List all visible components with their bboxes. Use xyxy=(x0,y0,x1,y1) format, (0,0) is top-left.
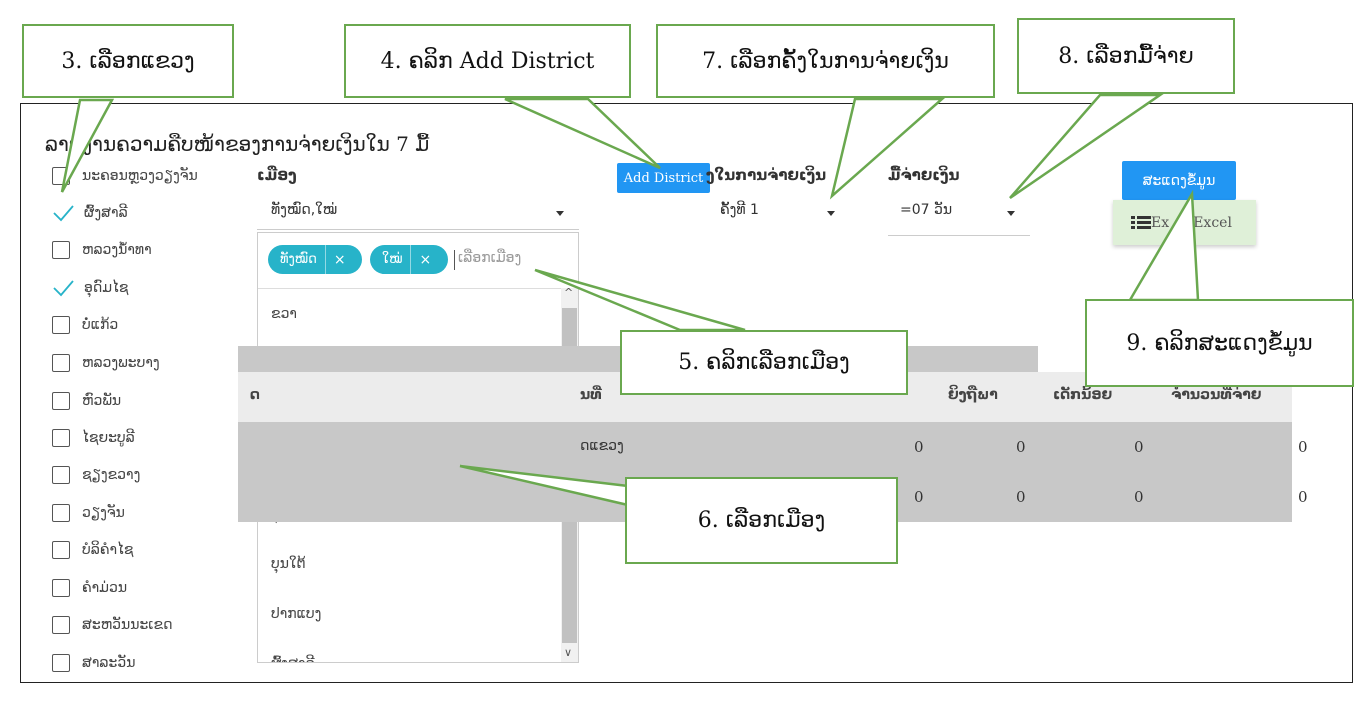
callout-pointer xyxy=(534,268,746,332)
callout-pointer xyxy=(829,97,946,200)
callout-pointer xyxy=(60,98,115,193)
callout-pointer xyxy=(504,97,661,170)
callout-show-data: 9. ຄລິກສະແດງຂໍ້ມູນ xyxy=(1085,299,1354,387)
callout-select-district: 6. ເລືອກເມືອງ xyxy=(625,477,898,564)
callout-pointer xyxy=(459,464,630,507)
callout-add-district: 4. ຄລິກ Add District xyxy=(344,24,631,98)
callout-pointer xyxy=(1009,93,1165,200)
callout-select-installment: 7. ເລືອກຄັ້ງໃນການຈ່າຍເງິນ xyxy=(656,24,995,98)
callout-select-payday: 8. ເລືອກມື້ຈ່າຍ xyxy=(1017,18,1235,94)
callout-click-select-district: 5. ຄລິກເລືອກເມືອງ xyxy=(620,330,908,395)
callout-pointer xyxy=(1127,189,1200,302)
callout-select-province: 3. ເລືອກແຂວງ xyxy=(22,24,234,98)
